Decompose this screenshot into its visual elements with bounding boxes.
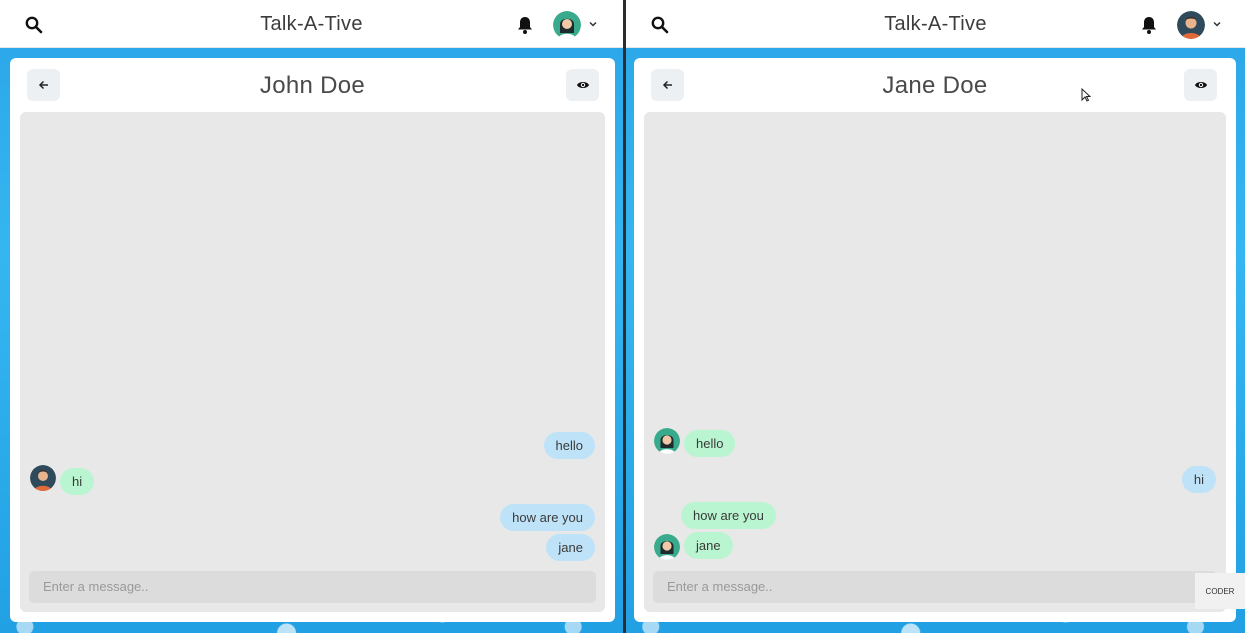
message-bubble: hi (1181, 466, 1216, 493)
eye-icon (576, 82, 589, 88)
message-bubble: how are you (500, 504, 595, 531)
message-bubble: hello (684, 430, 736, 457)
view-profile-button[interactable] (1184, 69, 1217, 101)
chat-box: Jane Doe hello hi how are you jane Enter… (634, 58, 1236, 622)
avatar[interactable] (553, 11, 581, 39)
chevron-down-icon[interactable] (588, 19, 598, 29)
chat-header-name: John Doe (259, 72, 366, 99)
top-bar: Talk-A-Tive (626, 0, 1245, 48)
chat-header-name: Jane Doe (882, 72, 988, 99)
avatar[interactable] (1177, 11, 1205, 39)
watermark-logo: CODER (1195, 573, 1245, 609)
sender-avatar[interactable] (654, 534, 680, 560)
message-bubble: jane (684, 532, 733, 559)
sender-avatar[interactable] (30, 465, 56, 491)
message-input[interactable]: Enter a message.. (29, 571, 596, 603)
top-bar: Talk-A-Tive (0, 0, 623, 48)
message-bubble: how are you (681, 502, 776, 529)
bell-icon[interactable] (1140, 15, 1158, 35)
watermark-text: CODER (1205, 587, 1235, 596)
sender-avatar[interactable] (654, 428, 680, 454)
eye-icon (1194, 82, 1207, 88)
chat-window-right: Talk-A-Tive Jane Doe hello hi how are yo… (626, 0, 1245, 633)
messages-area: hello hi how are you jane Enter a messag… (20, 112, 605, 612)
message-bubble: jane (546, 534, 595, 561)
message-bubble: hi (60, 468, 95, 495)
chevron-down-icon[interactable] (1212, 19, 1222, 29)
messages-area: hello hi how are you jane Enter a messag… (644, 112, 1226, 612)
message-input[interactable]: Enter a message.. (653, 571, 1217, 603)
message-bubble: hello (543, 432, 595, 459)
chat-box: John Doe hello hi how are you jane Enter… (10, 58, 615, 622)
mouse-cursor-icon (1081, 88, 1091, 102)
view-profile-button[interactable] (566, 69, 599, 101)
bell-icon[interactable] (516, 15, 534, 35)
chat-window-left: Talk-A-Tive John Doe hello hi how are yo… (0, 0, 623, 633)
